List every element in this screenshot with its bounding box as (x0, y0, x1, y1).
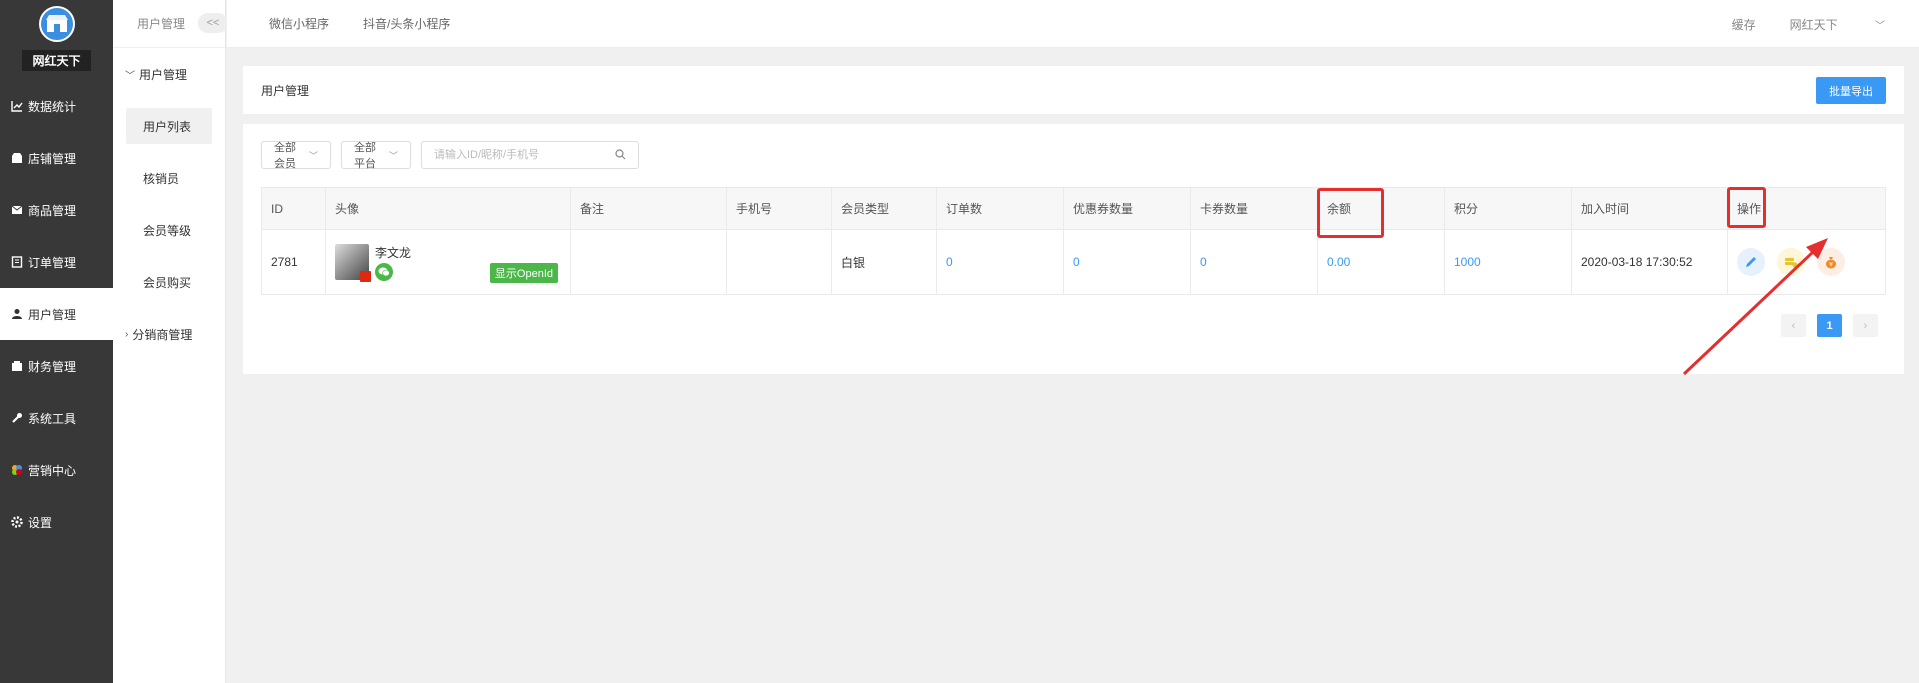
annotation-arrow-icon (1682, 238, 1828, 376)
